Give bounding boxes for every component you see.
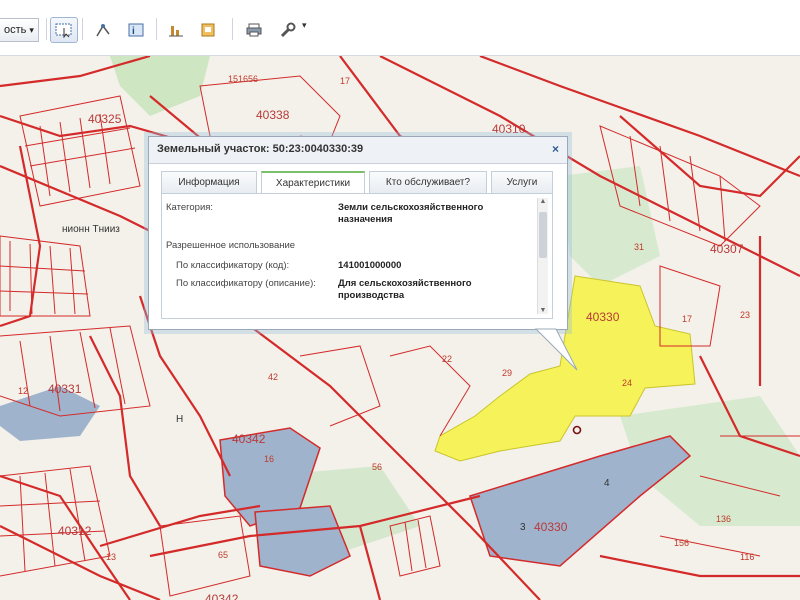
select-area-icon bbox=[55, 23, 72, 38]
characteristics-panel: Категория: Земли сельскохозяйственного н… bbox=[161, 193, 553, 319]
print-button[interactable] bbox=[240, 17, 268, 43]
chart-tool-button[interactable] bbox=[162, 17, 190, 43]
select-tool-button[interactable] bbox=[50, 17, 78, 43]
map-label: 40307 bbox=[710, 242, 744, 256]
map-label: 40312 bbox=[58, 524, 92, 538]
map-label: 65 bbox=[218, 550, 229, 560]
map-label: 13 bbox=[106, 552, 117, 562]
close-icon[interactable]: × bbox=[552, 142, 559, 156]
map-label: 16 bbox=[264, 454, 275, 464]
identify-tool-button[interactable]: i bbox=[122, 17, 150, 43]
chevron-down-icon: ▾ bbox=[29, 25, 34, 35]
popup-title: Земельный участок: 50:23:0040330:39 bbox=[157, 143, 364, 155]
map-label: 40330 bbox=[534, 520, 568, 534]
map-label: 3 bbox=[520, 522, 526, 533]
layer-select-value: ость bbox=[4, 24, 27, 36]
popup-header: Земельный участок: 50:23:0040330:39 × bbox=[149, 137, 567, 164]
class-code-label: По классификатору (код): bbox=[176, 260, 290, 271]
map-label: 40325 bbox=[88, 112, 122, 126]
class-code-value: 141001000000 bbox=[338, 260, 402, 271]
chart-icon bbox=[169, 26, 183, 37]
bookmark-icon bbox=[201, 23, 215, 37]
tools-button[interactable] bbox=[274, 17, 302, 43]
toolbar-separator bbox=[46, 18, 47, 40]
map-label: 31 bbox=[634, 242, 645, 252]
map-label: 40330 bbox=[586, 310, 620, 324]
toolbar-separator bbox=[156, 18, 157, 40]
layer-select[interactable]: ость ▾ bbox=[0, 18, 39, 42]
map-label: 40342 bbox=[205, 592, 239, 600]
map-label: 151656 bbox=[228, 74, 259, 84]
bookmark-tool-button[interactable] bbox=[194, 17, 222, 43]
scroll-down-icon[interactable]: ▼ bbox=[538, 307, 548, 314]
category-value: Земли сельскохозяйственного назначения bbox=[338, 202, 484, 225]
map-label: 136 bbox=[716, 514, 732, 524]
tab-who-serves[interactable]: Кто обслуживает? bbox=[369, 171, 487, 193]
parcel-info-popup: Земельный участок: 50:23:0040330:39 × Ин… bbox=[148, 136, 568, 330]
map-label: 4 bbox=[604, 478, 610, 489]
wrench-icon bbox=[280, 22, 296, 38]
toolbar-separator bbox=[232, 18, 233, 40]
map-label: Н bbox=[176, 414, 184, 425]
map-label: 23 bbox=[740, 310, 751, 320]
tab-characteristics[interactable]: Характеристики bbox=[261, 171, 365, 193]
map-label: 12 bbox=[18, 386, 29, 396]
map-label: 40338 bbox=[256, 108, 290, 122]
category-label: Категория: bbox=[166, 202, 214, 213]
map-label: 40342 bbox=[232, 432, 266, 446]
class-desc-label: По классификатору (описание): bbox=[176, 278, 316, 289]
map-label: 56 bbox=[372, 462, 383, 472]
scrollbar-thumb[interactable] bbox=[539, 212, 547, 258]
tab-information[interactable]: Информация bbox=[161, 171, 257, 193]
map-label: 24 bbox=[622, 378, 633, 388]
svg-text:i: i bbox=[132, 26, 135, 37]
permitted-use-heading: Разрешенное использование bbox=[166, 240, 296, 251]
panel-scrollbar[interactable]: ▲ ▼ bbox=[537, 198, 548, 314]
map-label: 40310 bbox=[492, 122, 526, 136]
map-label: 29 bbox=[502, 368, 513, 378]
map-label: 17 bbox=[682, 314, 693, 324]
map-toolbar: ость ▾ i ▾ bbox=[0, 0, 800, 56]
class-desc-value: Для сельскохозяйственного производства bbox=[338, 278, 472, 301]
measure-tool-button[interactable] bbox=[90, 17, 118, 43]
map-label: 17 bbox=[340, 76, 351, 86]
measure-icon bbox=[96, 24, 110, 37]
map-label: 22 bbox=[442, 354, 453, 364]
map-label: 42 bbox=[268, 372, 279, 382]
map-label: 40331 bbox=[48, 382, 82, 396]
tab-services[interactable]: Услуги bbox=[491, 171, 553, 193]
scroll-up-icon[interactable]: ▲ bbox=[538, 198, 548, 205]
map-label: нионн Тнииз bbox=[62, 224, 120, 235]
toolbar-separator bbox=[82, 18, 83, 40]
chevron-down-icon[interactable]: ▾ bbox=[302, 20, 307, 31]
map-label: 156 bbox=[674, 538, 690, 548]
map-label: 116 bbox=[740, 552, 755, 562]
print-icon bbox=[246, 23, 262, 37]
identify-icon: i bbox=[128, 23, 144, 37]
